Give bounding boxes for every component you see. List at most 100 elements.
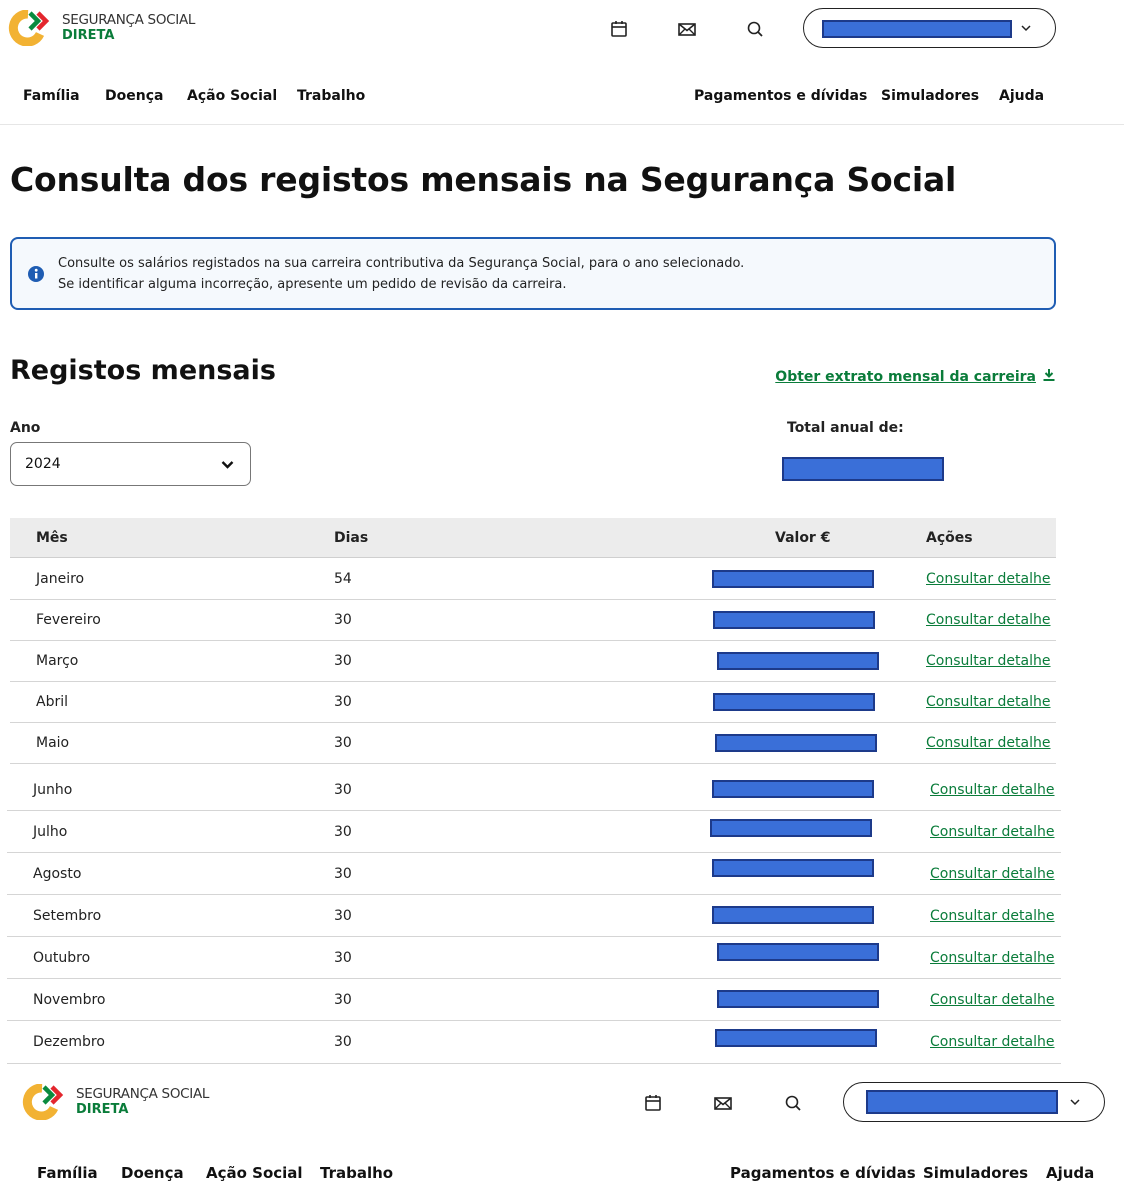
cell-month: Março xyxy=(36,653,79,669)
nav-familia[interactable]: Família xyxy=(37,1164,98,1182)
annual-total-label: Total anual de: xyxy=(787,420,904,436)
year-select-value: 2024 xyxy=(25,456,61,472)
table-row: Maio 30 Consultar detalhe xyxy=(10,723,1056,764)
cell-month: Agosto xyxy=(33,866,82,882)
info-alert: Consulte os salários registados na sua c… xyxy=(10,237,1056,310)
cell-days: 30 xyxy=(334,735,352,751)
nav-simuladores[interactable]: Simuladores xyxy=(881,88,979,104)
table-row: Setembro 30 Consultar detalhe xyxy=(7,895,1061,937)
nav-doenca[interactable]: Doença xyxy=(121,1164,184,1182)
year-label: Ano xyxy=(10,420,41,436)
consult-detail-link[interactable]: Consultar detalhe xyxy=(930,1034,1055,1050)
chevron-down-icon xyxy=(1019,21,1033,35)
column-header-days: Dias xyxy=(334,530,369,546)
brand-logo[interactable]: SEGURANÇA SOCIAL DIRETA xyxy=(22,1083,210,1121)
redacted-value xyxy=(715,734,877,752)
redacted-annual-total xyxy=(782,457,944,481)
nav-ajuda[interactable]: Ajuda xyxy=(999,88,1044,104)
mail-icon[interactable] xyxy=(675,17,699,41)
chevron-down-icon xyxy=(1068,1095,1082,1109)
redacted-username xyxy=(866,1090,1058,1114)
info-text-line1: Consulte os salários registados na sua c… xyxy=(58,256,745,271)
search-icon[interactable] xyxy=(781,1091,805,1115)
brand-subname: DIRETA xyxy=(76,1102,129,1117)
consult-detail-link[interactable]: Consultar detalhe xyxy=(930,866,1055,882)
brand-logo[interactable]: SEGURANÇA SOCIAL DIRETA xyxy=(8,9,195,47)
cell-month: Junho xyxy=(33,782,73,798)
logo-mark-icon xyxy=(22,1083,68,1121)
consult-detail-link[interactable]: Consultar detalhe xyxy=(930,950,1055,966)
consult-detail-link[interactable]: Consultar detalhe xyxy=(930,992,1055,1008)
cell-days: 30 xyxy=(334,950,352,966)
cell-days: 30 xyxy=(334,782,352,798)
table-row: Março 30 Consultar detalhe xyxy=(10,641,1056,682)
cell-days: 30 xyxy=(334,694,352,710)
nav-pagamentos-dividas[interactable]: Pagamentos e dívidas xyxy=(730,1164,916,1182)
redacted-value xyxy=(713,693,875,711)
search-icon[interactable] xyxy=(743,17,767,41)
cell-month: Fevereiro xyxy=(36,612,101,628)
nav-ajuda[interactable]: Ajuda xyxy=(1046,1164,1094,1182)
consult-detail-link[interactable]: Consultar detalhe xyxy=(926,694,1051,710)
site-header-repeat: SEGURANÇA SOCIAL DIRETA Família Doença A… xyxy=(0,1074,1124,1194)
nav-acao-social[interactable]: Ação Social xyxy=(206,1164,303,1182)
table-row: Julho 30 Consultar detalhe xyxy=(7,811,1061,853)
info-icon xyxy=(27,265,45,283)
cell-days: 30 xyxy=(334,612,352,628)
calendar-icon[interactable] xyxy=(607,17,631,41)
nav-acao-social[interactable]: Ação Social xyxy=(187,88,277,104)
nav-trabalho[interactable]: Trabalho xyxy=(320,1164,393,1182)
cell-month: Maio xyxy=(36,735,70,751)
nav-pagamentos-dividas[interactable]: Pagamentos e dívidas xyxy=(694,88,867,104)
download-extract-label: Obter extrato mensal da carreira xyxy=(775,369,1036,385)
calendar-icon[interactable] xyxy=(641,1091,665,1115)
redacted-value xyxy=(717,943,879,961)
cell-month: Abril xyxy=(36,694,68,710)
page-title: Consulta dos registos mensais na Seguran… xyxy=(10,160,957,199)
redacted-value xyxy=(717,652,879,670)
consult-detail-link[interactable]: Consultar detalhe xyxy=(926,653,1051,669)
cell-days: 30 xyxy=(334,992,352,1008)
site-header: SEGURANÇA SOCIAL DIRETA Família Doença A… xyxy=(0,0,1124,124)
nav-simuladores[interactable]: Simuladores xyxy=(923,1164,1028,1182)
table-row: Outubro 30 Consultar detalhe xyxy=(7,937,1061,979)
consult-detail-link[interactable]: Consultar detalhe xyxy=(930,824,1055,840)
mail-icon[interactable] xyxy=(711,1091,735,1115)
table-row: Junho 30 Consultar detalhe xyxy=(7,769,1061,811)
cell-month: Novembro xyxy=(33,992,106,1008)
year-select[interactable]: 2024 xyxy=(10,442,251,486)
nav-familia[interactable]: Família xyxy=(23,88,80,104)
header-divider xyxy=(0,124,1124,125)
cell-days: 30 xyxy=(334,908,352,924)
cell-month: Janeiro xyxy=(36,571,85,587)
table-row: Agosto 30 Consultar detalhe xyxy=(7,853,1061,895)
consult-detail-link[interactable]: Consultar detalhe xyxy=(926,612,1051,628)
cell-month: Setembro xyxy=(33,908,102,924)
cell-days: 54 xyxy=(334,571,352,587)
redacted-value xyxy=(712,859,874,877)
table-row: Dezembro 30 Consultar detalhe xyxy=(7,1021,1061,1064)
cell-month: Outubro xyxy=(33,950,91,966)
user-account-menu[interactable] xyxy=(843,1082,1105,1122)
brand-name: SEGURANÇA SOCIAL xyxy=(76,1086,210,1102)
redacted-value xyxy=(712,906,874,924)
user-account-menu[interactable] xyxy=(803,8,1056,48)
table-header: Mês Dias Valor € Ações xyxy=(10,518,1056,558)
cell-days: 30 xyxy=(334,824,352,840)
info-text-line2: Se identificar alguma incorreção, aprese… xyxy=(58,277,567,292)
consult-detail-link[interactable]: Consultar detalhe xyxy=(930,908,1055,924)
consult-detail-link[interactable]: Consultar detalhe xyxy=(930,782,1055,798)
redacted-value xyxy=(712,780,874,798)
consult-detail-link[interactable]: Consultar detalhe xyxy=(926,735,1051,751)
download-extract-link[interactable]: Obter extrato mensal da carreira xyxy=(775,368,1056,386)
cell-days: 30 xyxy=(334,653,352,669)
cell-days: 30 xyxy=(334,1034,352,1050)
column-header-month: Mês xyxy=(36,530,68,546)
redacted-value xyxy=(710,819,872,837)
consult-detail-link[interactable]: Consultar detalhe xyxy=(926,571,1051,587)
nav-doenca[interactable]: Doença xyxy=(105,88,163,104)
nav-trabalho[interactable]: Trabalho xyxy=(297,88,365,104)
brand-subname: DIRETA xyxy=(62,28,115,43)
column-header-value: Valor € xyxy=(775,530,831,546)
table-row: Novembro 30 Consultar detalhe xyxy=(7,979,1061,1021)
